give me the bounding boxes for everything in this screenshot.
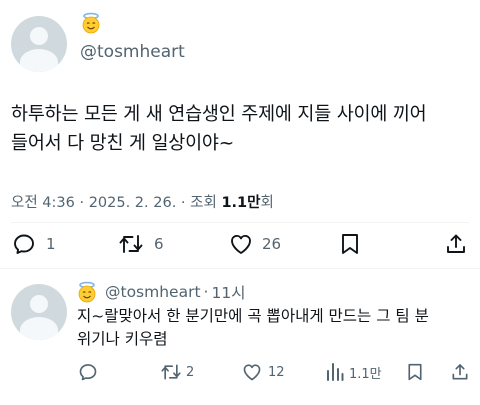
views-chart-icon	[327, 363, 344, 381]
views-suffix: 회	[260, 195, 274, 211]
reply-like-button[interactable]: 12	[241, 362, 285, 382]
like-count: 26	[262, 235, 282, 253]
reply-views-count: 1.1만	[349, 366, 382, 382]
bookmark-icon	[342, 234, 358, 254]
retweet-button[interactable]: 6	[118, 232, 164, 256]
reply-count: 1	[46, 235, 56, 253]
tweet-meta: 오전 4:36 · 2025. 2. 26. · 조회 1.1만회	[11, 195, 274, 211]
reply-icon	[14, 234, 34, 254]
reply-button[interactable]: 1	[12, 232, 56, 256]
author-handle[interactable]: @tosmheart	[80, 42, 185, 62]
bookmark-icon	[408, 363, 422, 381]
heart-icon	[231, 234, 251, 254]
reply-text-line: 지~랄맞아서 한 분기만에 곡 뽑아내게 만드는 그 팀 분	[77, 307, 429, 325]
reply-text-line: 위기나 키우렴	[77, 330, 168, 348]
retweet-count: 6	[154, 235, 164, 253]
retweet-icon	[161, 364, 181, 380]
reply-share-button[interactable]	[450, 362, 470, 382]
section-divider	[0, 268, 480, 269]
reply-retweet-button[interactable]: 2	[160, 362, 194, 382]
retweet-icon	[119, 235, 143, 253]
share-icon	[447, 234, 465, 253]
reply-views-button[interactable]: 1.1만	[326, 362, 382, 382]
reply-text: 지~랄맞아서 한 분기만에 곡 뽑아내게 만드는 그 팀 분 위기나 키우렴	[77, 305, 477, 351]
reply-like-count: 12	[268, 364, 285, 380]
divider	[11, 222, 469, 223]
views-label: 조회	[190, 195, 217, 211]
heart-icon	[243, 364, 261, 381]
reply-reply-button[interactable]	[78, 362, 98, 382]
reply-avatar[interactable]	[11, 284, 67, 340]
halo-smiley-icon	[78, 281, 96, 303]
reply-header: @tosmheart · 11시	[76, 281, 245, 303]
like-button[interactable]: 26	[228, 232, 281, 256]
bookmark-button[interactable]	[339, 232, 361, 256]
share-icon	[452, 364, 468, 380]
tweet-text-line: 들어서 다 망친 게 일상이야~	[11, 133, 235, 154]
tweet-time[interactable]: 오전 4:36	[11, 195, 75, 211]
reply-time[interactable]: 11시	[211, 281, 245, 303]
avatar[interactable]	[11, 16, 67, 72]
reply-bookmark-button[interactable]	[406, 362, 424, 382]
tweet-text-line: 하투하는 모든 게 새 연습생인 주제에 지들 사이에 끼어	[11, 104, 427, 125]
reply-author-handle[interactable]: @tosmheart	[105, 283, 201, 301]
tweet-text: 하투하는 모든 게 새 연습생인 주제에 지들 사이에 끼어 들어서 다 망친 …	[11, 100, 476, 158]
reply-icon	[79, 364, 97, 381]
share-button[interactable]	[444, 232, 468, 256]
reply-retweet-count: 2	[186, 364, 195, 380]
views-count: 1.1만	[221, 195, 261, 211]
halo-smiley-icon	[82, 12, 100, 34]
tweet-date[interactable]: 2025. 2. 26.	[89, 195, 177, 211]
